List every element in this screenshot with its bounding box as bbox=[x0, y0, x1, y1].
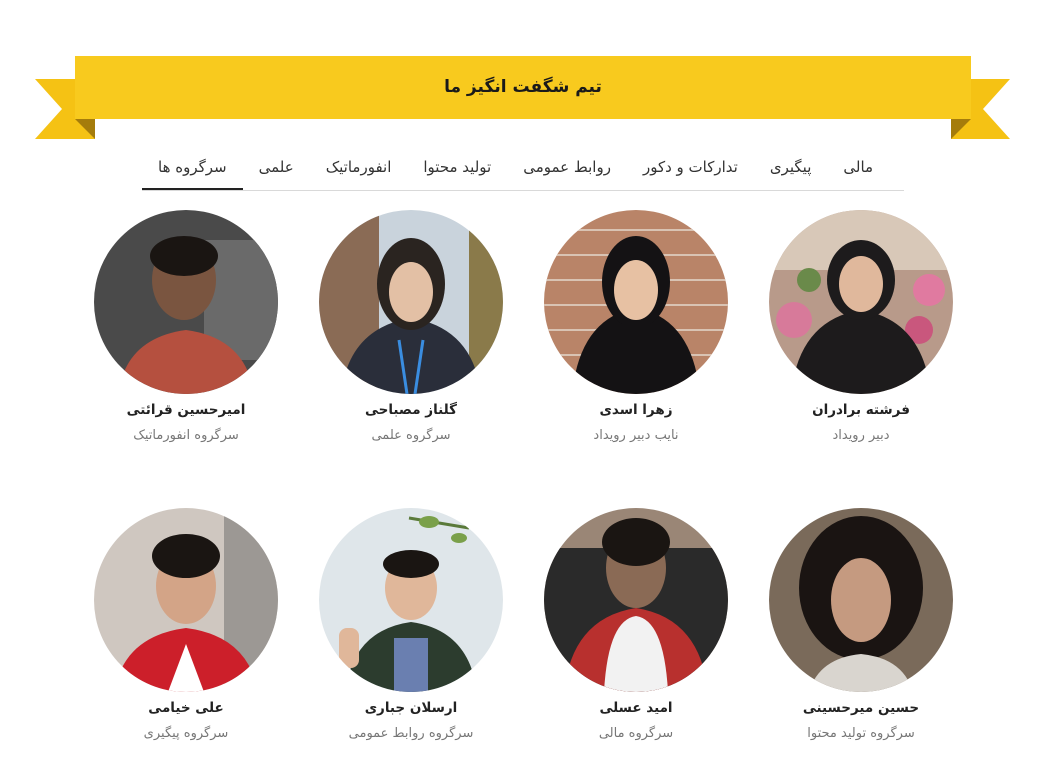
member-photo[interactable] bbox=[94, 508, 278, 692]
team-member-card[interactable]: فرشته برادران دبیر رویداد bbox=[768, 210, 954, 443]
member-photo[interactable] bbox=[769, 508, 953, 692]
member-photo[interactable] bbox=[544, 508, 728, 692]
member-role: سرگروه پیگیری bbox=[143, 726, 229, 741]
member-role: سرگروه تولید محتوا bbox=[807, 726, 915, 741]
member-role: نایب دبیر رویداد bbox=[593, 428, 679, 443]
member-photo[interactable] bbox=[319, 508, 503, 692]
member-name: گلناز مصباحی bbox=[364, 402, 458, 418]
member-name: فرشته برادران bbox=[812, 402, 910, 418]
member-name: ارسلان جباری bbox=[364, 700, 458, 716]
team-member-card[interactable]: امید عسلی سرگروه مالی bbox=[543, 508, 729, 741]
member-photo[interactable] bbox=[319, 210, 503, 394]
member-name: زهرا اسدی bbox=[599, 402, 673, 418]
member-role: دبیر رویداد bbox=[832, 428, 890, 443]
team-member-card[interactable]: زهرا اسدی نایب دبیر رویداد bbox=[543, 210, 729, 443]
team-tabs: سرگروه ها علمی انفورماتیک تولید محتوا رو… bbox=[142, 152, 904, 191]
member-photo[interactable] bbox=[94, 210, 278, 394]
page-title: تیم شگفت انگیز ما bbox=[444, 77, 602, 97]
member-role: سرگروه روابط عمومی bbox=[348, 726, 474, 741]
team-member-card[interactable]: امیرحسین قرائتی سرگروه انفورماتیک bbox=[93, 210, 279, 443]
tab-scientific[interactable]: علمی bbox=[243, 152, 310, 184]
member-name: امیرحسین قرائتی bbox=[126, 402, 246, 418]
tab-finance[interactable]: مالی bbox=[827, 152, 889, 184]
member-photo[interactable] bbox=[544, 210, 728, 394]
member-role: سرگروه انفورماتیک bbox=[133, 428, 239, 443]
tab-public-relations[interactable]: روابط عمومی bbox=[507, 152, 627, 184]
tab-followup[interactable]: پیگیری bbox=[754, 152, 828, 184]
title-banner: تیم شگفت انگیز ما bbox=[0, 0, 1037, 150]
team-member-card[interactable]: حسین میرحسینی سرگروه تولید محتوا bbox=[768, 508, 954, 741]
tab-logistics[interactable]: تدارکات و دکور bbox=[627, 152, 754, 184]
member-photo[interactable] bbox=[769, 210, 953, 394]
tab-informatics[interactable]: انفورماتیک bbox=[310, 152, 408, 184]
team-member-card[interactable]: گلناز مصباحی سرگروه علمی bbox=[318, 210, 504, 443]
team-member-card[interactable]: علی خیامی سرگروه پیگیری bbox=[93, 508, 279, 741]
team-member-card[interactable]: ارسلان جباری سرگروه روابط عمومی bbox=[318, 508, 504, 741]
member-name: حسین میرحسینی bbox=[802, 700, 920, 716]
tab-content[interactable]: تولید محتوا bbox=[407, 152, 507, 184]
member-name: امید عسلی bbox=[599, 700, 673, 716]
member-role: سرگروه علمی bbox=[371, 428, 451, 443]
member-name: علی خیامی bbox=[148, 700, 224, 716]
member-role: سرگروه مالی bbox=[598, 726, 674, 741]
tab-leaders[interactable]: سرگروه ها bbox=[142, 152, 243, 190]
